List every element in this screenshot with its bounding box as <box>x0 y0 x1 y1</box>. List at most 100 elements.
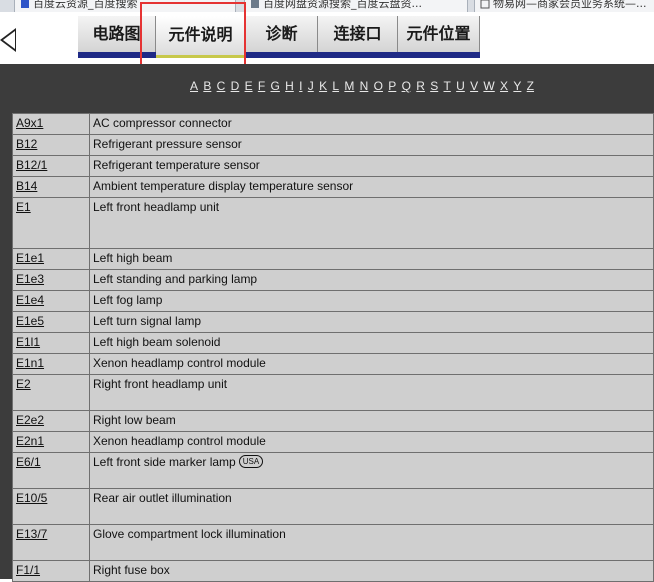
component-table: A9x1 AC compressor connector B12 Refrigeran… <box>12 113 654 582</box>
component-code-link[interactable]: E2n1 <box>16 434 44 448</box>
component-code-cell: E1l1 <box>12 332 90 354</box>
component-code-cell: E1e1 <box>12 248 90 270</box>
section-tabs: 电路图 元件说明 诊断 连接口 元件位置 <box>78 16 480 58</box>
component-code-cell: E1e5 <box>12 311 90 333</box>
component-description: Left turn signal lamp <box>93 314 202 328</box>
alphabet-link-x[interactable]: X <box>500 79 508 93</box>
component-description: Glove compartment lock illumination <box>93 527 286 541</box>
alphabet-link-s[interactable]: S <box>430 79 438 93</box>
table-row: E1n1 Xenon headlamp control module <box>12 353 654 375</box>
table-row: E13/7 Glove compartment lock illumination <box>12 524 654 561</box>
component-code-link[interactable]: E1l1 <box>16 335 40 349</box>
component-description-cell: Left fog lamp <box>89 290 654 312</box>
component-description: AC compressor connector <box>93 116 232 130</box>
alphabet-link-k[interactable]: K <box>319 79 327 93</box>
component-description: Left front side marker lamp <box>93 455 236 469</box>
component-code-link[interactable]: E1 <box>16 200 31 214</box>
table-row: E1e3 Left standing and parking lamp <box>12 269 654 291</box>
alphabet-link-j[interactable]: J <box>308 79 314 93</box>
alphabet-link-i[interactable]: I <box>299 79 302 93</box>
component-description-cell: Glove compartment lock illumination <box>89 524 654 561</box>
browser-tab-1[interactable]: 百度云资源_百度搜索 <box>14 0 236 12</box>
page-icon <box>480 0 490 9</box>
tab-connector[interactable]: 连接口 <box>318 16 398 52</box>
component-code-link[interactable]: E13/7 <box>16 527 47 541</box>
alphabet-link-l[interactable]: L <box>332 79 339 93</box>
alphabet-link-o[interactable]: O <box>374 79 383 93</box>
alphabet-link-u[interactable]: U <box>456 79 465 93</box>
table-row: E1l1 Left high beam solenoid <box>12 332 654 354</box>
component-description-cell: Left front headlamp unit <box>89 197 654 249</box>
tab-component-description[interactable]: 元件说明 <box>156 16 246 58</box>
component-code-link[interactable]: E10/5 <box>16 491 47 505</box>
browser-tab-3[interactable]: 物易网—商家会员业务系统—... <box>474 0 654 12</box>
table-row: E6/1 Left front side marker lamp USA <box>12 452 654 489</box>
tab-circuit-diagram[interactable]: 电路图 <box>78 16 156 52</box>
component-description-cell: Left turn signal lamp <box>89 311 654 333</box>
component-description-cell: Xenon headlamp control module <box>89 353 654 375</box>
component-code-link[interactable]: A9x1 <box>16 116 43 130</box>
component-code-link[interactable]: F1/1 <box>16 563 40 577</box>
alphabet-link-r[interactable]: R <box>416 79 425 93</box>
component-code-cell: E6/1 <box>12 452 90 489</box>
tab-diagnosis[interactable]: 诊断 <box>246 16 318 52</box>
alphabet-link-f[interactable]: F <box>258 79 265 93</box>
component-code-link[interactable]: E1e1 <box>16 251 44 265</box>
component-code-link[interactable]: B12/1 <box>16 158 47 172</box>
browser-tab-strip: 百度云资源_百度搜索 百度网盘资源搜索_百度云盘资... 物易网—商家会员业务系… <box>0 0 654 12</box>
component-code-link[interactable]: B12 <box>16 137 37 151</box>
component-code-cell: E2 <box>12 374 90 411</box>
component-description-cell: Right low beam <box>89 410 654 432</box>
browser-tab-label: 百度云资源_百度搜索 <box>33 0 138 10</box>
component-description: Left high beam <box>93 251 173 265</box>
component-code-link[interactable]: E1e5 <box>16 314 44 328</box>
alphabet-link-n[interactable]: N <box>360 79 369 93</box>
component-description: Right front headlamp unit <box>93 377 228 391</box>
component-code-cell: E2n1 <box>12 431 90 453</box>
component-description-cell: Right front headlamp unit <box>89 374 654 411</box>
component-description: Left fog lamp <box>93 293 163 307</box>
component-code-link[interactable]: E1e3 <box>16 272 44 286</box>
component-description: Xenon headlamp control module <box>93 356 266 370</box>
alphabet-link-b[interactable]: B <box>203 79 211 93</box>
component-description: Left front headlamp unit <box>93 200 220 214</box>
component-code-link[interactable]: E2e2 <box>16 413 44 427</box>
back-arrow-icon[interactable] <box>0 28 16 52</box>
component-code-link[interactable]: E1e4 <box>16 293 44 307</box>
alphabet-link-p[interactable]: P <box>388 79 396 93</box>
component-code-link[interactable]: B14 <box>16 179 37 193</box>
alphabet-link-w[interactable]: W <box>483 79 494 93</box>
component-description-cell: AC compressor connector <box>89 113 654 135</box>
component-description: Rear air outlet illumination <box>93 491 232 505</box>
component-description: Xenon headlamp control module <box>93 434 266 448</box>
alphabet-link-a[interactable]: A <box>190 79 198 93</box>
component-code-link[interactable]: E1n1 <box>16 356 44 370</box>
table-row: A9x1 AC compressor connector <box>12 113 654 135</box>
component-description: Left high beam solenoid <box>93 335 221 349</box>
tab-component-location[interactable]: 元件位置 <box>398 16 480 52</box>
alphabet-link-h[interactable]: H <box>285 79 294 93</box>
alphabet-link-v[interactable]: V <box>470 79 478 93</box>
component-description-cell: Left high beam <box>89 248 654 270</box>
alphabet-link-e[interactable]: E <box>245 79 253 93</box>
component-description-cell: Rear air outlet illumination <box>89 488 654 525</box>
table-row: E1 Left front headlamp unit <box>12 197 654 249</box>
component-description-cell: Xenon headlamp control module <box>89 431 654 453</box>
alphabet-link-d[interactable]: D <box>231 79 240 93</box>
alphabet-link-c[interactable]: C <box>217 79 226 93</box>
component-code-cell: B12/1 <box>12 155 90 177</box>
component-description-cell: Left high beam solenoid <box>89 332 654 354</box>
component-description-cell: Refrigerant temperature sensor <box>89 155 654 177</box>
alphabet-link-q[interactable]: Q <box>402 79 411 93</box>
page-icon <box>251 0 259 8</box>
table-row: E2 Right front headlamp unit <box>12 374 654 411</box>
alphabet-link-z[interactable]: Z <box>527 79 534 93</box>
component-description: Refrigerant temperature sensor <box>93 158 260 172</box>
alphabet-link-t[interactable]: T <box>444 79 451 93</box>
alphabet-link-m[interactable]: M <box>344 79 354 93</box>
component-code-link[interactable]: E6/1 <box>16 455 41 469</box>
browser-tab-2[interactable]: 百度网盘资源搜索_百度云盘资... <box>244 0 468 12</box>
component-code-link[interactable]: E2 <box>16 377 31 391</box>
alphabet-link-y[interactable]: Y <box>513 79 521 93</box>
alphabet-link-g[interactable]: G <box>271 79 280 93</box>
